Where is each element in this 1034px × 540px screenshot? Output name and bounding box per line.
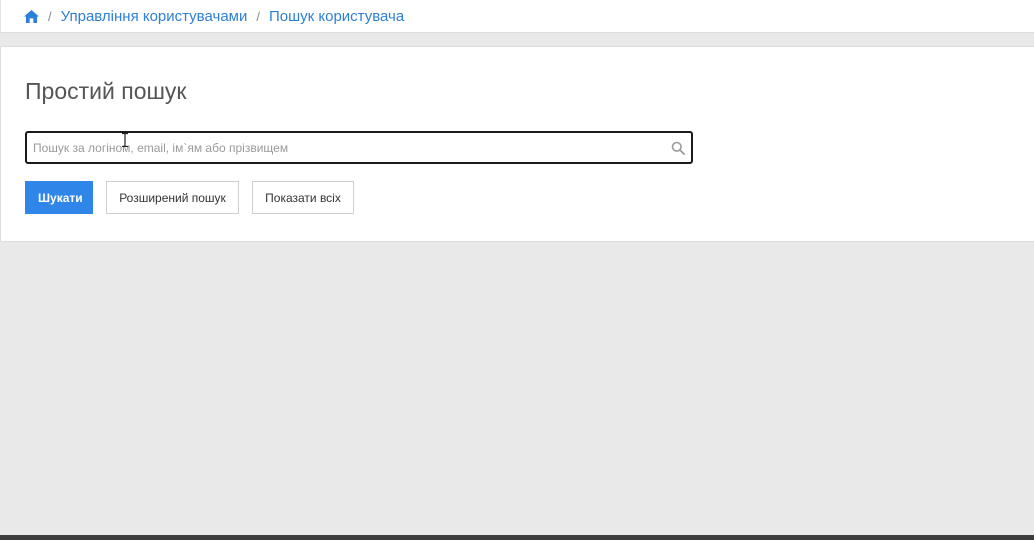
breadcrumb-separator: /	[48, 8, 52, 24]
bottom-bar	[0, 535, 1034, 540]
breadcrumb: / Управління користувачами / Пошук корис…	[0, 0, 1034, 33]
breadcrumb-separator: /	[256, 8, 260, 24]
breadcrumb-item-user-management[interactable]: Управління користувачами	[61, 8, 248, 25]
text-cursor-icon	[122, 133, 128, 147]
advanced-search-button[interactable]: Розширений пошук	[106, 181, 239, 214]
show-all-button[interactable]: Показати всіх	[252, 181, 354, 214]
breadcrumb-item-user-search[interactable]: Пошук користувача	[269, 8, 404, 25]
simple-search-panel: Простий пошук Шукати Розширений пошук По…	[0, 46, 1034, 242]
home-icon[interactable]	[24, 9, 39, 23]
search-button[interactable]: Шукати	[25, 181, 93, 214]
page-title: Простий пошук	[25, 78, 187, 104]
search-icon[interactable]	[671, 141, 685, 155]
